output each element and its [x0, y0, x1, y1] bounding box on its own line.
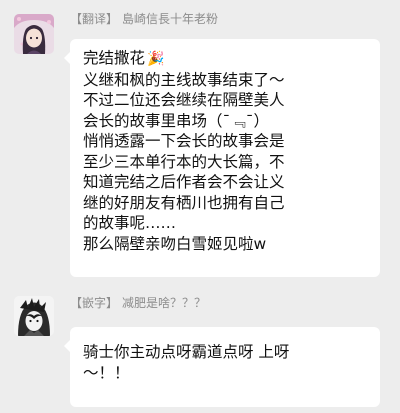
sender-tag: 【翻译】 [70, 12, 119, 26]
message-line: ～！！ [83, 363, 130, 382]
message-line: 完结撒花 🎉 [83, 48, 370, 70]
avatar[interactable] [14, 296, 54, 336]
party-popper-icon: 🎉 [147, 51, 165, 67]
message-line: 的故事呢…… [83, 214, 177, 232]
message-line-text: 完结撒花 [83, 49, 146, 67]
sender-nickname: 减肥是啥？？？ [122, 296, 207, 310]
message-line: 悄悄透露一下会长的故事会是 [83, 132, 285, 150]
message-line: 至少三本单行本的大长篇，不 [83, 152, 285, 171]
message-line: 骑士你主动点呀霸道点呀 上呀 [83, 343, 290, 361]
manga-character-avatar-icon [14, 296, 54, 336]
sender-name: 【翻译】 島崎信長十年老粉 [70, 11, 218, 27]
message-line: 知道完结之后作者会不会让义 [83, 173, 285, 191]
sender-nickname: 島崎信長十年老粉 [122, 12, 219, 26]
avatar[interactable] [14, 14, 54, 54]
sender-name: 【嵌字】 减肥是啥？？？ [70, 295, 206, 311]
message-bubble[interactable]: 骑士你主动点呀霸道点呀 上呀 ～！！ [64, 327, 380, 407]
message-line: 义继和枫的主线故事结束了～ [83, 70, 285, 89]
message-line: 会长的故事里串场（¯﹃¯） [83, 111, 270, 130]
sender-tag: 【嵌字】 [70, 296, 119, 310]
message-line: 那么隔壁亲吻白雪姬见啦w [83, 234, 267, 253]
anime-character-avatar-icon [14, 14, 54, 54]
message-line: 继的好朋友有栖川也拥有自己 [83, 193, 285, 212]
message-bubble[interactable]: 完结撒花 🎉 义继和枫的主线故事结束了～ 不过二位还会继续在隔壁美人 会长的故事里… [64, 39, 380, 277]
message-line: 不过二位还会继续在隔壁美人 [83, 91, 285, 109]
